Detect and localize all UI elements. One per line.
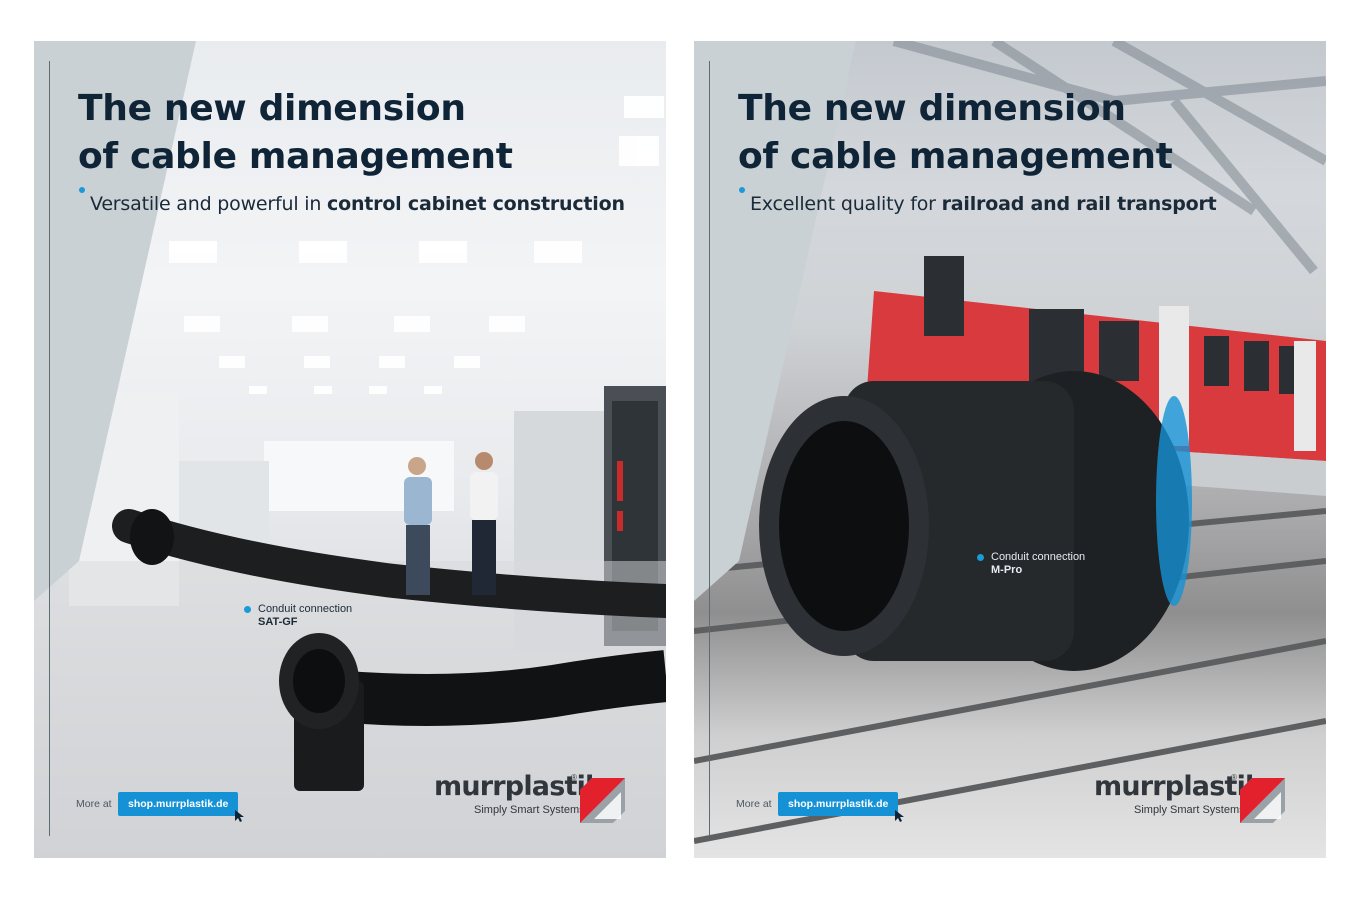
shop-link-button[interactable]: shop.murrplastik.de: [118, 792, 239, 816]
callout-dot: [244, 606, 251, 613]
more-at-label: More at: [736, 798, 772, 810]
bullet-dot: [739, 187, 745, 193]
bullet-dot: [79, 187, 85, 193]
more-at-label: More at: [76, 798, 112, 810]
subline: Versatile and powerful in control cabine…: [90, 193, 625, 215]
vertical-rule: [709, 61, 710, 836]
brand-tagline: Simply Smart Systems: [1134, 804, 1245, 816]
callout-label: Conduit connection: [258, 603, 353, 615]
shop-link-button[interactable]: shop.murrplastik.de: [778, 792, 899, 816]
registered-mark: ®: [571, 773, 577, 782]
headline-line-1: The new dimension: [78, 88, 466, 129]
product-callout: Conduit connection SAT-GF: [244, 603, 353, 629]
headline-line-2: of cable management: [738, 136, 1173, 177]
callout-label: Conduit connection: [991, 551, 1086, 563]
headline: The new dimension of cable management: [78, 85, 513, 181]
murrplastik-logo-mark-icon: [1240, 778, 1285, 823]
headline: The new dimension of cable management: [738, 85, 1173, 181]
cursor-icon: [235, 810, 244, 822]
callout-product: M-Pro: [991, 564, 1023, 576]
callout-product: SAT-GF: [258, 616, 298, 628]
product-callout: Conduit connection M-Pro: [977, 551, 1086, 577]
poster-railroad: The new dimension of cable management Ex…: [694, 41, 1326, 858]
callout-dot: [977, 554, 984, 561]
cursor-icon: [895, 810, 904, 822]
registered-mark: ®: [1231, 773, 1237, 782]
headline-line-2: of cable management: [78, 136, 513, 177]
murrplastik-logo-mark-icon: [580, 778, 625, 823]
vertical-rule: [49, 61, 50, 836]
subline: Excellent quality for railroad and rail …: [750, 193, 1217, 215]
brand-tagline: Simply Smart Systems: [474, 804, 585, 816]
headline-line-1: The new dimension: [738, 88, 1126, 129]
poster-control-cabinet: The new dimension of cable management Ve…: [34, 41, 666, 858]
